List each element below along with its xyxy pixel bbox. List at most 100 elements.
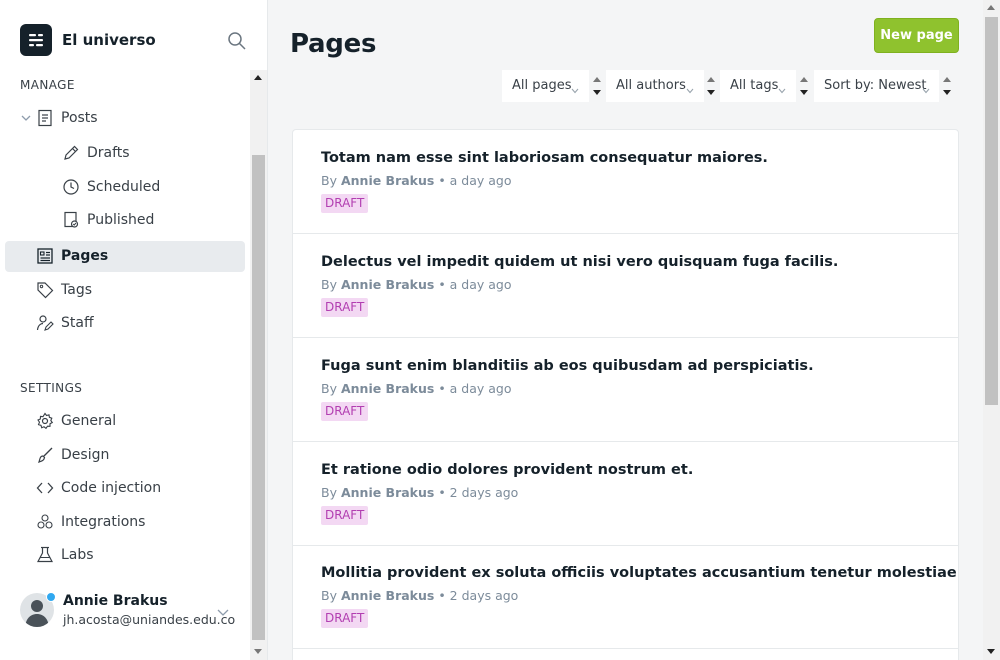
staff-icon	[36, 314, 54, 332]
scroll-down-arrow-icon[interactable]	[254, 649, 262, 654]
author-name: Annie Brakus	[340, 485, 435, 500]
status-badge: DRAFT	[321, 402, 369, 421]
new-page-button[interactable]: New page	[874, 18, 959, 53]
list-item[interactable]: Delectus vel impedit quidem ut nisi vero…	[293, 234, 958, 338]
list-item[interactable]: Et ratione odio dolores provident nostru…	[293, 442, 958, 546]
sidebar-item-label: Scheduled	[87, 179, 161, 195]
spin-down-icon[interactable]	[707, 90, 715, 95]
scroll-up-arrow-icon[interactable]	[987, 5, 995, 10]
list-item[interactable]: Totam nam esse sint laboriosam consequat…	[293, 130, 958, 234]
sidebar-item-label: Integrations	[61, 514, 146, 530]
site-name: El universo	[62, 31, 156, 49]
filter-author-spinner[interactable]	[704, 70, 717, 102]
sidebar-scrollbar[interactable]	[250, 70, 267, 660]
user-email: jh.acosta@uniandes.edu.co	[63, 612, 236, 627]
filter-tag-spinner[interactable]	[797, 70, 810, 102]
page-meta: By Annie Brakus • 2 days ago	[321, 485, 519, 500]
page-meta: By Annie Brakus • a day ago	[321, 381, 512, 396]
sidebar-item-published[interactable]: Published	[5, 205, 245, 236]
clock-icon	[62, 178, 80, 196]
list-item[interactable]: Fuga sunt enim blanditiis ab eos quibusd…	[293, 338, 958, 442]
chevron-down-icon	[571, 83, 579, 94]
tag-icon	[36, 281, 54, 299]
page-meta: By Annie Brakus • 2 days ago	[321, 588, 519, 603]
scroll-down-arrow-icon[interactable]	[987, 649, 995, 654]
published-icon	[62, 211, 80, 229]
main-content: Pages New page All pages All authors All…	[268, 0, 983, 660]
sidebar-scrollbar-thumb[interactable]	[252, 155, 265, 640]
spin-down-icon[interactable]	[943, 90, 951, 95]
sort-order-spinner[interactable]	[940, 70, 953, 102]
status-badge: DRAFT	[321, 609, 369, 628]
user-name: Annie Brakus	[63, 593, 168, 609]
spin-down-icon[interactable]	[593, 90, 601, 95]
chevron-down-icon	[922, 83, 930, 94]
sidebar-item-drafts[interactable]: Drafts	[5, 138, 245, 169]
pages-icon	[36, 247, 54, 265]
sidebar-item-posts[interactable]: Posts	[5, 103, 245, 134]
status-badge: DRAFT	[321, 506, 369, 525]
page-title-link[interactable]: Mollitia provident ex soluta officiis vo…	[321, 565, 958, 581]
posts-icon	[36, 109, 54, 127]
sidebar-item-label: Drafts	[87, 145, 130, 161]
chevron-down-icon[interactable]	[216, 604, 230, 618]
brush-icon	[36, 446, 54, 464]
spin-down-icon[interactable]	[800, 90, 808, 95]
filter-label: All pages	[512, 78, 572, 93]
page-title-link[interactable]: Et ratione odio dolores provident nostru…	[321, 462, 693, 478]
sidebar-item-tags[interactable]: Tags	[5, 275, 245, 306]
code-icon	[36, 479, 54, 497]
scroll-up-arrow-icon[interactable]	[254, 75, 262, 80]
sidebar: El universo MANAGE Posts Drafts Schedule…	[0, 0, 268, 660]
window-scrollbar-thumb[interactable]	[985, 17, 998, 405]
spin-up-icon[interactable]	[800, 77, 808, 82]
integrations-icon	[36, 513, 54, 531]
spin-up-icon[interactable]	[943, 77, 951, 82]
sidebar-item-pages[interactable]: Pages	[5, 241, 245, 272]
filter-label: All authors	[616, 78, 686, 93]
timestamp: 2 days ago	[449, 485, 519, 500]
window-scrollbar[interactable]	[983, 0, 1000, 660]
author-name: Annie Brakus	[340, 588, 435, 603]
pencil-icon	[62, 144, 80, 162]
sidebar-item-staff[interactable]: Staff	[5, 308, 245, 339]
sidebar-item-general[interactable]: General	[5, 406, 245, 437]
author-name: Annie Brakus	[340, 173, 435, 188]
sidebar-item-label: Design	[61, 447, 110, 463]
chevron-down-icon	[778, 83, 786, 94]
filter-label: All tags	[730, 78, 779, 93]
filter-label: Sort by: Newest	[824, 78, 927, 93]
author-name: Annie Brakus	[340, 277, 435, 292]
timestamp: a day ago	[449, 277, 512, 292]
author-name: Annie Brakus	[340, 381, 435, 396]
status-badge: DRAFT	[321, 298, 369, 317]
spin-up-icon[interactable]	[707, 77, 715, 82]
user-menu[interactable]: Annie Brakus jh.acosta@uniandes.edu.co	[20, 590, 235, 630]
sidebar-item-labs[interactable]: Labs	[5, 540, 245, 571]
section-title-settings: SETTINGS	[20, 381, 83, 395]
sidebar-item-label: Published	[87, 212, 155, 228]
page-title-link[interactable]: Totam nam esse sint laboriosam consequat…	[321, 150, 768, 166]
sidebar-item-integrations[interactable]: Integrations	[5, 507, 245, 538]
timestamp: a day ago	[449, 173, 512, 188]
brand[interactable]: El universo	[20, 24, 156, 56]
spin-up-icon[interactable]	[593, 77, 601, 82]
sidebar-item-label: Tags	[61, 282, 92, 298]
filter-author-select[interactable]: All authors	[606, 70, 704, 102]
sidebar-item-design[interactable]: Design	[5, 440, 245, 471]
search-icon[interactable]	[227, 31, 247, 51]
filter-type-select[interactable]: All pages	[502, 70, 589, 102]
filter-tag-select[interactable]: All tags	[720, 70, 796, 102]
sidebar-item-code-injection[interactable]: Code injection	[5, 473, 245, 504]
sidebar-item-scheduled[interactable]: Scheduled	[5, 172, 245, 203]
sidebar-item-label: General	[61, 413, 117, 429]
list-item[interactable]: Mollitia provident ex soluta officiis vo…	[293, 545, 958, 649]
page-title-link[interactable]: Fuga sunt enim blanditiis ab eos quibusd…	[321, 358, 814, 374]
sort-order-select[interactable]: Sort by: Newest	[814, 70, 939, 102]
page-title-link[interactable]: Delectus vel impedit quidem ut nisi vero…	[321, 254, 838, 270]
sidebar-item-label: Pages	[61, 248, 109, 264]
chevron-down-icon[interactable]	[20, 112, 32, 124]
gear-icon	[36, 412, 54, 430]
filter-type-spinner[interactable]	[590, 70, 603, 102]
timestamp: a day ago	[449, 381, 512, 396]
